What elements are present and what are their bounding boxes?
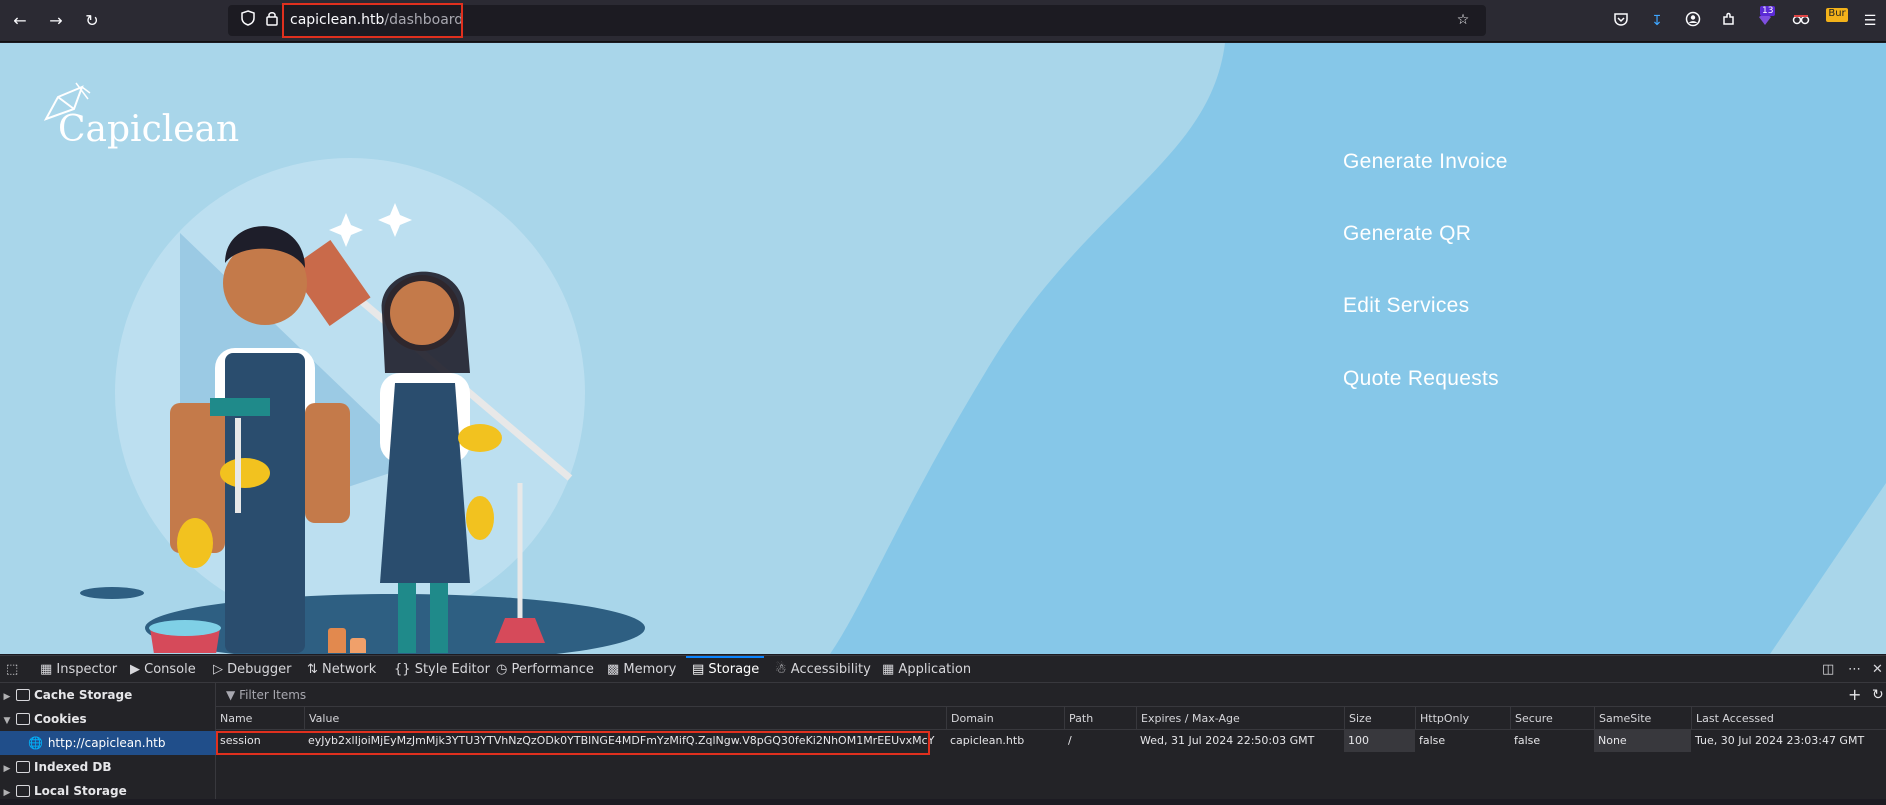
cell-httponly[interactable]: false	[1415, 730, 1510, 752]
dock-side-icon[interactable]: ◫	[1822, 662, 1834, 677]
globe-icon: 🌐	[28, 736, 43, 750]
account-icon[interactable]	[1683, 11, 1703, 31]
col-path[interactable]: Path	[1064, 707, 1093, 730]
reload-icon[interactable]: ↻	[82, 11, 102, 31]
tab-accessibility[interactable]: ☃ Accessibility	[775, 662, 871, 677]
cell-last-accessed[interactable]: Tue, 30 Jul 2024 23:03:47 GMT	[1691, 730, 1886, 752]
tab-network[interactable]: ⇅ Network	[307, 662, 376, 677]
cleaners-illustration	[149, 203, 573, 653]
cell-expires[interactable]: Wed, 31 Jul 2024 22:50:03 GMT	[1136, 730, 1344, 752]
cookie-table-panel: ▼ Filter Items + ↻ Name Value Domain Pat…	[216, 683, 1886, 799]
storage-sidebar: ▶ Cache Storage ▼ Cookies 🌐 http://capicle…	[0, 683, 216, 799]
tab-storage[interactable]: ▤ Storage	[692, 662, 759, 677]
expand-caret-icon[interactable]: ▶	[0, 685, 14, 709]
refresh-icon[interactable]: ↻	[1872, 683, 1884, 707]
menu-edit-services[interactable]: Edit Services	[1343, 294, 1469, 318]
close-devtools-icon[interactable]: ✕	[1872, 662, 1883, 677]
sidebar-indexed-db[interactable]: ▶ Indexed DB	[0, 755, 216, 779]
cell-path[interactable]: /	[1064, 730, 1136, 752]
storage-icon	[16, 713, 30, 725]
spy-glasses-icon[interactable]	[1791, 11, 1811, 31]
storage-icon	[16, 689, 30, 701]
col-httponly[interactable]: HttpOnly	[1415, 707, 1469, 730]
site-logo[interactable]: Capiclean	[58, 109, 239, 150]
table-row[interactable]: session eyJyb2xlIjoiMjEyMzJmMjk3YTU3YTVh…	[216, 730, 1886, 752]
tab-application[interactable]: ▦ Application	[882, 662, 971, 677]
page-content: Capiclean Generate Invoice Generate QR E…	[0, 43, 1886, 654]
cell-size[interactable]: 100	[1344, 730, 1415, 752]
col-domain[interactable]: Domain	[946, 707, 994, 730]
col-last-accessed[interactable]: Last Accessed	[1691, 707, 1774, 730]
lock-icon[interactable]	[262, 10, 282, 30]
active-tab-indicator	[686, 656, 764, 658]
sidebar-cache-storage[interactable]: ▶ Cache Storage	[0, 683, 216, 707]
filter-icon: ▼	[226, 688, 236, 702]
tab-performance[interactable]: ◷ Performance	[496, 662, 594, 677]
shield-icon[interactable]	[238, 10, 258, 30]
add-item-icon[interactable]: +	[1848, 683, 1861, 707]
menu-generate-invoice[interactable]: Generate Invoice	[1343, 150, 1508, 174]
tab-style-editor[interactable]: {} Style Editor	[394, 662, 490, 677]
tab-debugger[interactable]: ▷ Debugger	[213, 662, 292, 677]
menu-quote-requests[interactable]: Quote Requests	[1343, 367, 1499, 391]
col-secure[interactable]: Secure	[1510, 707, 1553, 730]
storage-icon	[16, 761, 30, 773]
filter-bar[interactable]: ▼ Filter Items + ↻	[216, 683, 1886, 707]
back-icon[interactable]: ←	[10, 11, 30, 31]
col-name[interactable]: Name	[216, 707, 252, 730]
storage-icon	[16, 785, 30, 797]
pocket-icon[interactable]	[1611, 11, 1631, 31]
bookmark-star-icon[interactable]: ☆	[1453, 10, 1473, 30]
cell-value[interactable]: eyJyb2xlIjoiMjEyMzJmMjk3YTU3YTVhNzQzODk0…	[304, 730, 946, 752]
col-size[interactable]: Size	[1344, 707, 1372, 730]
cell-name[interactable]: session	[216, 730, 304, 752]
devtools-tabbar: ⬚ ▦ Inspector ▶ Console ▷ Debugger ⇅ Net…	[0, 655, 1886, 683]
element-picker-icon[interactable]: ⬚	[6, 662, 18, 677]
table-header: Name Value Domain Path Expires / Max-Age…	[216, 707, 1886, 730]
tab-console[interactable]: ▶ Console	[130, 662, 196, 677]
devtools-menu-icon[interactable]: ⋯	[1848, 662, 1861, 677]
hamburger-menu-icon[interactable]: ☰	[1860, 11, 1880, 31]
cell-secure[interactable]: false	[1510, 730, 1594, 752]
sidebar-cookies[interactable]: ▼ Cookies	[0, 707, 216, 731]
url-text[interactable]: capiclean.htb/dashboard	[290, 12, 463, 28]
col-expires[interactable]: Expires / Max-Age	[1136, 707, 1240, 730]
col-samesite[interactable]: SameSite	[1594, 707, 1651, 730]
sidebar-cookie-host[interactable]: 🌐 http://capiclean.htb	[0, 731, 216, 755]
browser-toolbar: ← → ↻ ☆ capiclean.htb/dashboard ↧ 13 Bur…	[0, 0, 1886, 42]
extensions-icon[interactable]	[1719, 11, 1739, 31]
collapse-caret-icon[interactable]: ▼	[0, 709, 14, 733]
sidebar-local-storage[interactable]: ▶ Local Storage	[0, 779, 216, 803]
download-icon[interactable]: ↧	[1647, 11, 1667, 31]
forward-icon[interactable]: →	[46, 11, 66, 31]
tab-inspector[interactable]: ▦ Inspector	[40, 662, 117, 677]
extension-badge: 13	[1760, 6, 1776, 16]
tab-memory[interactable]: ▩ Memory	[607, 662, 676, 677]
expand-caret-icon[interactable]: ▶	[0, 781, 14, 805]
cell-samesite[interactable]: None	[1594, 730, 1691, 752]
expand-caret-icon[interactable]: ▶	[0, 757, 14, 781]
col-value[interactable]: Value	[304, 707, 339, 730]
burp-extension-icon[interactable]: Bur	[1826, 8, 1848, 22]
cell-domain[interactable]: capiclean.htb	[946, 730, 1064, 752]
filter-input[interactable]: Filter Items	[239, 688, 306, 702]
menu-generate-qr[interactable]: Generate QR	[1343, 222, 1471, 246]
